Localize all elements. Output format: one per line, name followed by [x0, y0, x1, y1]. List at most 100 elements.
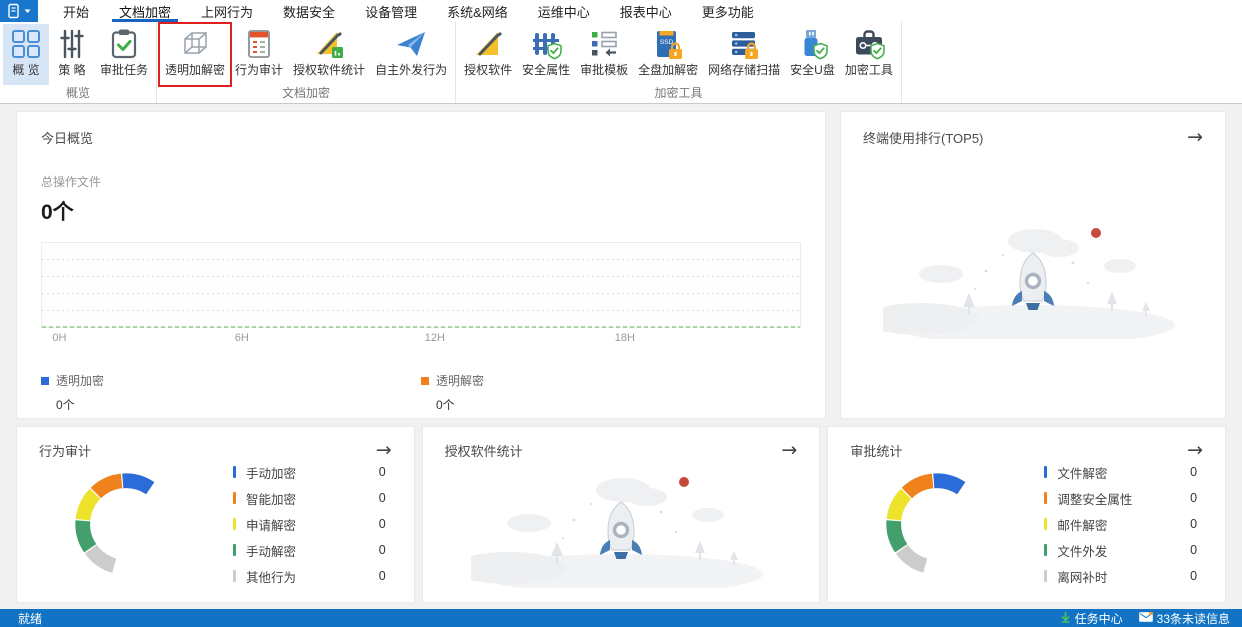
ribbon-button-approval-task[interactable]: 审批任务 — [95, 24, 153, 85]
card-title: 今日概览 — [41, 131, 94, 146]
legend-label: 手动解密 — [246, 544, 297, 559]
unread-messages-button[interactable]: 33条未读信息 — [1138, 610, 1230, 627]
ribbon-button-label: 安全U盘 — [790, 63, 835, 77]
task-center-button[interactable]: 任务中心 — [1060, 610, 1123, 627]
menu-tab-7[interactable]: 报表中心 — [605, 0, 687, 22]
ribbon-button-authorized-software[interactable]: 授权软件 — [459, 24, 517, 85]
outgoing-behavior-icon — [395, 28, 427, 60]
arrow-right-icon[interactable]: → — [376, 441, 392, 460]
behavior-audit-card: 行为审计 → 手动加密 0 智能加密 0 申请解密 0 手动解密 0 其他行为 0 — [16, 426, 415, 603]
legend-value: 0个 — [56, 398, 75, 412]
menu-tab-2[interactable]: 上网行为 — [186, 0, 268, 22]
legend-row: 其他行为 0 — [233, 567, 386, 586]
envelope-icon — [1138, 611, 1153, 625]
arrow-right-icon[interactable]: → — [1187, 441, 1203, 460]
x-tick-label: 6H — [234, 332, 249, 344]
ribbon-groups: 概 览策 略审批任务 概览 透明加解密 行为审计 授权软件统计 自主外发行为 文档加密 授权软… — [0, 22, 902, 103]
ribbon-button-label: 策 略 — [58, 63, 86, 77]
arrow-right-icon[interactable]: → — [1187, 128, 1203, 147]
ribbon-button-security-attribute[interactable]: 安全属性 — [517, 24, 575, 85]
secure-usb-icon — [796, 28, 829, 60]
legend-marker — [1044, 544, 1048, 556]
ribbon-button-crypt-tools[interactable]: 加密工具 — [840, 24, 898, 85]
legend-label: 智能加密 — [246, 492, 297, 507]
ribbon-button-approval-template[interactable]: 审批模板 — [575, 24, 633, 85]
legend-value: 0 — [378, 569, 386, 583]
legend-marker — [1044, 466, 1048, 478]
authorized-software-icon — [472, 28, 504, 60]
menu-tab-3[interactable]: 数据安全 — [268, 0, 350, 22]
legend-label: 文件解密 — [1057, 466, 1108, 481]
behavior-audit-icon — [243, 28, 275, 60]
menu-tab-5[interactable]: 系统&网络 — [432, 0, 523, 22]
menu-tab-8[interactable]: 更多功能 — [687, 0, 769, 22]
ribbon-button-fulldisk-crypt[interactable]: SSD 全盘加解密 — [633, 24, 703, 85]
hourly-line-chart: 0H 6H 12H 18H — [41, 242, 801, 348]
ribbon-button-behavior-audit[interactable]: 行为审计 — [230, 24, 288, 85]
app-menu-icon — [7, 3, 22, 19]
card-title: 终端使用排行(TOP5) — [863, 131, 984, 146]
x-tick-label: 18H — [614, 332, 635, 344]
dashboard-row-2: 行为审计 → 手动加密 0 智能加密 0 申请解密 0 手动解密 0 其他行为 0 授权软件统计 … — [16, 426, 1227, 603]
legend-value: 0 — [1190, 491, 1198, 505]
ribbon-button-policy-sliders[interactable]: 策 略 — [49, 24, 95, 85]
ribbon-group-label: 加密工具 — [654, 86, 703, 100]
arrow-right-icon[interactable]: → — [781, 441, 797, 460]
legend-row: 文件外发 0 — [1044, 541, 1197, 560]
ribbon-button-network-storage-scan[interactable]: 网络存储扫描 — [703, 24, 785, 85]
legend-value: 0 — [1190, 569, 1198, 583]
ribbon-button-label: 自主外发行为 — [375, 63, 448, 77]
legend-marker — [1044, 518, 1048, 530]
legend-row: 手动加密 0 — [233, 463, 386, 482]
network-storage-scan-icon — [728, 28, 760, 60]
legend-value: 0 — [378, 491, 386, 505]
ribbon-button-label: 审批任务 — [100, 63, 149, 77]
legend-label: 调整安全属性 — [1057, 492, 1133, 507]
ribbon-button-label: 审批模板 — [580, 63, 629, 77]
security-attribute-icon — [530, 28, 562, 60]
terminal-rank-card: 终端使用排行(TOP5) → — [840, 111, 1226, 419]
ribbon-button-outgoing-behavior[interactable]: 自主外发行为 — [370, 24, 452, 85]
menu-tab-4[interactable]: 设备管理 — [350, 0, 432, 22]
ribbon-button-label: 安全属性 — [522, 63, 571, 77]
ribbon-button-overview-grid[interactable]: 概 览 — [3, 24, 49, 85]
line-chart-plot — [41, 242, 801, 328]
menu-tab-0[interactable]: 开始 — [48, 0, 104, 22]
x-axis-ticks: 0H 6H 12H 18H — [41, 332, 801, 348]
legend-row: 手动解密 0 — [233, 541, 386, 560]
behavior-audit-donut — [75, 473, 155, 573]
x-tick-label: 12H — [424, 332, 445, 344]
legend-label: 其他行为 — [246, 570, 297, 585]
fulldisk-crypt-icon: SSD — [652, 28, 684, 60]
crypt-tools-icon — [853, 28, 885, 60]
legend-row: 邮件解密 0 — [1044, 515, 1197, 534]
status-bar: 就绪 任务中心 33条未读信息 — [0, 609, 1242, 627]
menu-tab-1[interactable]: 文档加密 — [104, 0, 186, 22]
today-overview-card: 今日概览 总操作文件 0个 0H 6H 12H 18H 透明加密 0个 透明解密… — [16, 111, 826, 419]
card-title: 行为审计 — [39, 444, 92, 459]
legend-value: 0个 — [436, 398, 455, 412]
legend-label: 透明解密 — [436, 374, 485, 388]
menu-tab-6[interactable]: 运维中心 — [523, 0, 605, 22]
legend-value: 0 — [378, 543, 386, 557]
ribbon-button-label: 加密工具 — [844, 63, 893, 77]
legend-row: 智能加密 0 — [233, 489, 386, 508]
ribbon-button-label: 全盘加解密 — [638, 63, 699, 77]
legend-marker — [233, 518, 236, 530]
legend-item: 透明解密 0个 — [421, 372, 801, 413]
authorized-software-stats-icon — [313, 28, 345, 60]
ribbon-button-authorized-software-stats[interactable]: 授权软件统计 — [288, 24, 370, 85]
behavior-audit-legend: 手动加密 0 智能加密 0 申请解密 0 手动解密 0 其他行为 0 — [233, 463, 386, 586]
app-menu-button[interactable] — [0, 0, 38, 22]
ribbon-group-1: 透明加解密 行为审计 授权软件统计 自主外发行为 文档加密 — [157, 22, 457, 103]
legend-marker — [1044, 492, 1048, 504]
ribbon-button-transparent-crypt-cube[interactable]: 透明加解密 — [158, 22, 233, 87]
ribbon-button-label: 授权软件 — [464, 63, 513, 77]
ribbon-group-label: 概览 — [66, 86, 91, 100]
legend-row: 申请解密 0 — [233, 515, 386, 534]
approval-stats-donut — [886, 473, 966, 573]
download-arrow-icon — [1060, 611, 1071, 626]
metric-value: 0个 — [41, 201, 74, 224]
ribbon-button-secure-usb[interactable]: 安全U盘 — [785, 24, 840, 85]
approval-stats-legend: 文件解密 0 调整安全属性 0 邮件解密 0 文件外发 0 离网补时 0 — [1044, 463, 1197, 586]
